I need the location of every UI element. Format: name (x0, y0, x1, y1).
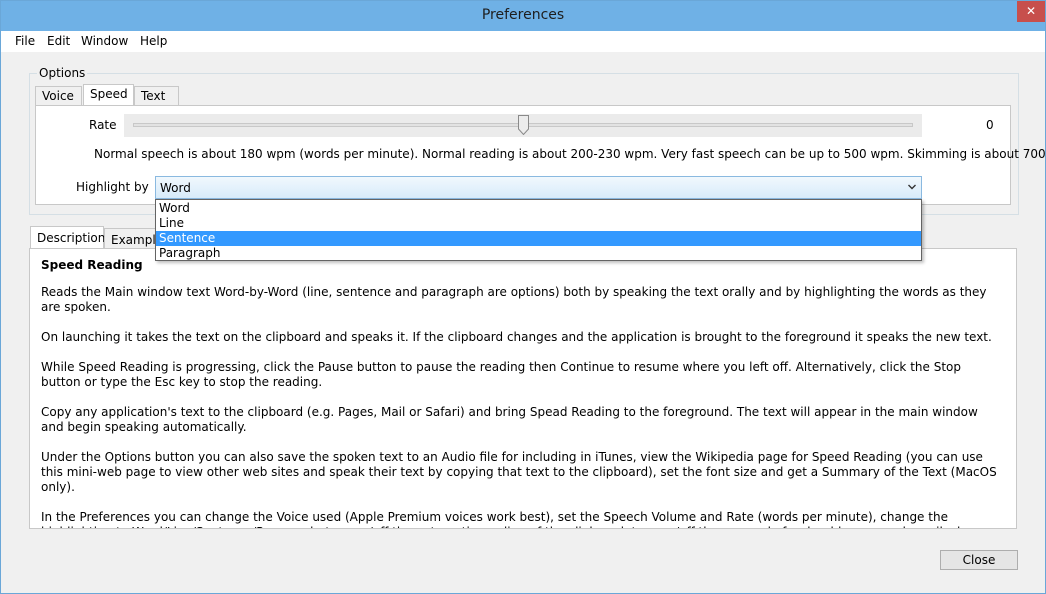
menu-edit[interactable]: Edit (47, 34, 70, 48)
highlight-by-select[interactable]: Word (155, 176, 922, 199)
tab-example[interactable]: Example (104, 228, 163, 250)
rate-value: 0 (986, 118, 994, 132)
menu-window[interactable]: Window (81, 34, 128, 48)
highlight-by-dropdown: Word Line Sentence Paragraph (155, 199, 922, 261)
window-close-icon[interactable]: ✕ (1017, 1, 1045, 22)
tab-description[interactable]: Description (30, 226, 105, 250)
description-paragraph: While Speed Reading is progressing, clic… (41, 360, 961, 389)
description-panel[interactable]: Speed Reading Reads the Main window text… (29, 248, 1017, 529)
tab-text[interactable]: Text (134, 86, 179, 106)
description-paragraph: Reads the Main window text Word-by-Word … (41, 285, 987, 314)
dropdown-option-word[interactable]: Word (156, 201, 921, 216)
menu-bar: File Edit Window Help (1, 31, 1045, 52)
highlight-by-label: Highlight by (76, 180, 149, 194)
dropdown-option-line[interactable]: Line (156, 216, 921, 231)
window-title: Preferences (481, 7, 565, 23)
speech-rate-note: Normal speech is about 180 wpm (words pe… (94, 147, 1046, 161)
description-paragraph: On launching it takes the text on the cl… (41, 330, 992, 344)
preferences-window: Preferences ✕ File Edit Window Help Opti… (0, 0, 1046, 594)
description-text: Speed Reading Reads the Main window text… (41, 258, 1001, 528)
menu-help[interactable]: Help (140, 34, 167, 48)
highlight-by-value: Word (160, 181, 191, 195)
description-paragraph: Copy any application's text to the clipb… (41, 405, 978, 434)
options-legend: Options (37, 66, 88, 80)
menu-file[interactable]: File (15, 34, 35, 48)
description-paragraph: In the Preferences you can change the Vo… (41, 510, 983, 528)
dropdown-option-sentence[interactable]: Sentence (156, 231, 921, 246)
rate-label: Rate (89, 118, 117, 132)
rate-slider-thumb[interactable] (517, 115, 529, 135)
title-bar[interactable]: Preferences ✕ (1, 1, 1045, 31)
description-paragraph: Under the Options button you can also sa… (41, 450, 997, 494)
dropdown-option-paragraph[interactable]: Paragraph (156, 246, 921, 261)
tab-speed[interactable]: Speed (83, 84, 134, 106)
chevron-down-icon (908, 184, 916, 190)
close-button[interactable]: Close (940, 550, 1018, 570)
tab-voice[interactable]: Voice (35, 86, 82, 106)
